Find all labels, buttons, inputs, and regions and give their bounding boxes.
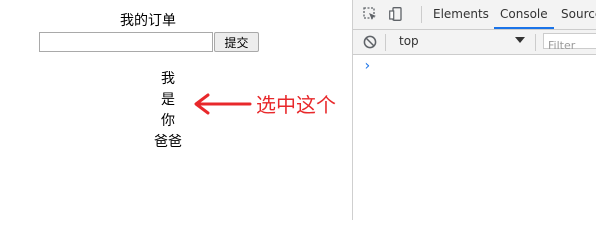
page-viewport: 我的订单 提交 我 是 你 爸爸 选中这个: [0, 0, 352, 220]
toolbar-divider: [385, 34, 386, 51]
context-select[interactable]: top: [399, 33, 525, 49]
chevron-down-icon: [515, 37, 525, 43]
text-line: 你: [161, 113, 175, 129]
clear-console-icon[interactable]: [363, 35, 377, 49]
submit-button[interactable]: 提交: [214, 32, 259, 52]
console-toolbar: top: [353, 30, 596, 55]
toolbar-divider: [421, 6, 422, 23]
left-arrow-icon: [194, 93, 252, 115]
page-title: 我的订单: [120, 13, 176, 29]
annotation-text: 选中这个: [256, 93, 336, 117]
search-input[interactable]: [39, 32, 213, 52]
tab-elements[interactable]: Elements: [433, 0, 489, 29]
text-line: 爸爸: [154, 134, 182, 150]
text-block[interactable]: 我 是 你 爸爸: [148, 69, 188, 153]
context-value: top: [399, 34, 419, 48]
text-line: 是: [161, 92, 175, 108]
annotation-callout: 选中这个: [192, 88, 362, 122]
search-form: 提交: [39, 32, 259, 52]
toolbar-divider: [535, 34, 536, 51]
tab-sources[interactable]: Source: [561, 0, 596, 29]
inspect-element-icon[interactable]: [363, 7, 377, 21]
filter-input[interactable]: [544, 38, 596, 53]
devtools-panel: Elements Console Source top ›: [352, 0, 596, 220]
device-toolbar-icon[interactable]: [389, 7, 403, 21]
console-prompt[interactable]: ›: [363, 58, 371, 74]
filter-field[interactable]: [543, 33, 596, 53]
text-line: 我: [161, 71, 175, 87]
devtools-tabbar: Elements Console Source: [353, 0, 596, 30]
tab-console[interactable]: Console: [494, 0, 554, 29]
